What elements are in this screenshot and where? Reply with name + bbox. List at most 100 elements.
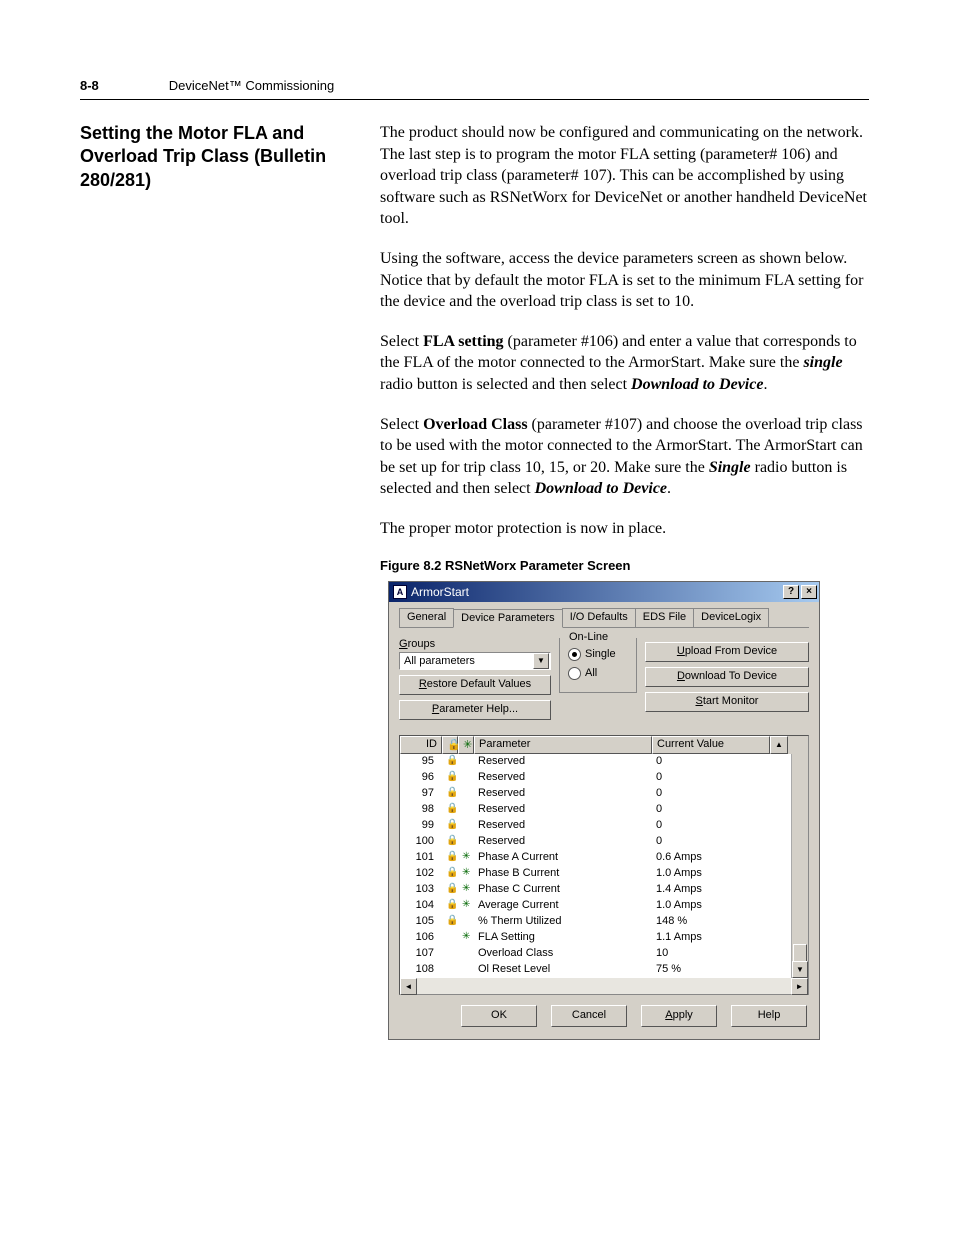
cell-param: % Therm Utilized (474, 914, 652, 930)
monitor-button[interactable]: Start Monitor (645, 692, 809, 712)
cell-id: 97 (400, 786, 442, 802)
monitor-icon (458, 834, 474, 850)
cell-param: Phase B Current (474, 866, 652, 882)
scroll-up-icon[interactable]: ▲ (770, 736, 788, 754)
chapter-title: DeviceNet™ Commissioning (169, 78, 334, 93)
help-button[interactable]: Help (731, 1005, 807, 1027)
cell-value: 0 (652, 770, 770, 786)
cell-value: 0 (652, 754, 770, 770)
scroll-left-icon[interactable]: ◄ (400, 978, 417, 995)
cell-param: Reserved (474, 818, 652, 834)
cell-param: Reserved (474, 754, 652, 770)
cell-value: 148 % (652, 914, 770, 930)
v-scrollbar[interactable]: ▼ (791, 754, 808, 978)
cell-id: 108 (400, 962, 442, 978)
monitor-icon: ✳ (458, 930, 474, 946)
lock-icon: 🔒 (442, 786, 458, 802)
cell-param: Average Current (474, 898, 652, 914)
window-title: ArmorStart (411, 585, 781, 599)
cell-param: Reserved (474, 770, 652, 786)
online-groupbox: Single All (559, 638, 637, 693)
cell-param: Ol Reset Level (474, 962, 652, 978)
help-icon[interactable]: ? (783, 585, 799, 599)
radio-single[interactable]: Single (568, 648, 628, 661)
table-row[interactable]: 108Ol Reset Level75 % (400, 962, 808, 978)
cell-param: Phase A Current (474, 850, 652, 866)
table-row[interactable]: 99🔒Reserved0 (400, 818, 808, 834)
table-row[interactable]: 97🔒 Reserved0 (400, 786, 808, 802)
cell-id: 99 (400, 818, 442, 834)
table-row[interactable]: 107Overload Class10 (400, 946, 808, 962)
col-id[interactable]: ID (400, 736, 442, 754)
apply-button[interactable]: Apply (641, 1005, 717, 1027)
paragraph: Select FLA setting (parameter #106) and … (380, 331, 869, 396)
restore-defaults-button[interactable]: Restore Default Values (399, 675, 551, 695)
monitor-icon: ✳ (458, 850, 474, 866)
app-icon: A (393, 585, 407, 599)
table-row[interactable]: 101🔒✳Phase A Current0.6 Amps (400, 850, 808, 866)
col-value[interactable]: Current Value (652, 736, 770, 754)
col-param[interactable]: Parameter (474, 736, 652, 754)
scroll-thumb[interactable] (793, 944, 807, 962)
col-flag2[interactable]: ✳ (458, 736, 474, 754)
cell-id: 101 (400, 850, 442, 866)
cell-param: FLA Setting (474, 930, 652, 946)
table-row[interactable]: 106✳FLA Setting1.1 Amps (400, 930, 808, 946)
cell-id: 106 (400, 930, 442, 946)
scroll-right-icon[interactable]: ► (791, 978, 808, 995)
groups-combo[interactable]: All parameters ▼ (399, 652, 551, 670)
chevron-down-icon[interactable]: ▼ (533, 653, 549, 669)
tab-eds-file[interactable]: EDS File (635, 608, 694, 627)
table-row[interactable]: 95🔒Reserved0 (400, 754, 808, 770)
table-row[interactable]: 98🔒Reserved0 (400, 802, 808, 818)
monitor-icon (458, 786, 474, 802)
radio-all[interactable]: All (568, 667, 628, 680)
cell-value: 0 (652, 818, 770, 834)
section-heading: Setting the Motor FLA and Overload Trip … (80, 122, 360, 192)
lock-icon (442, 962, 458, 978)
cell-param: Reserved (474, 802, 652, 818)
lock-icon: 🔒 (442, 898, 458, 914)
tab-strip: General Device Parameters I/O Defaults E… (399, 608, 809, 628)
groups-label: Groups (399, 638, 551, 650)
table-row[interactable]: 96🔒Reserved0 (400, 770, 808, 786)
cell-value: 1.0 Amps (652, 898, 770, 914)
download-button[interactable]: Download To Device (645, 667, 809, 687)
cell-value: 0.6 Amps (652, 850, 770, 866)
monitor-icon (458, 754, 474, 770)
table-row[interactable]: 105🔒% Therm Utilized148 % (400, 914, 808, 930)
tab-general[interactable]: General (399, 608, 454, 627)
lock-icon: 🔒 (442, 802, 458, 818)
col-flag1[interactable]: 🔒 (442, 736, 458, 754)
cell-param: Reserved (474, 834, 652, 850)
cell-param: Overload Class (474, 946, 652, 962)
tab-io-defaults[interactable]: I/O Defaults (562, 608, 636, 627)
h-scrollbar[interactable]: ◄ ► (400, 978, 808, 994)
cancel-button[interactable]: Cancel (551, 1005, 627, 1027)
table-row[interactable]: 100🔒Reserved0 (400, 834, 808, 850)
cell-param: Reserved (474, 786, 652, 802)
lock-icon: 🔒 (442, 882, 458, 898)
radio-icon (568, 648, 581, 661)
running-header: 8-8 DeviceNet™ Commissioning (80, 78, 869, 100)
table-row[interactable]: 102🔒✳Phase B Current1.0 Amps (400, 866, 808, 882)
table-header: ID 🔒 ✳ Parameter Current Value ▲ (400, 736, 808, 754)
cell-param: Phase C Current (474, 882, 652, 898)
parameter-help-button[interactable]: Parameter Help... (399, 700, 551, 720)
cell-id: 107 (400, 946, 442, 962)
lock-icon: 🔒 (442, 914, 458, 930)
tab-device-params[interactable]: Device Parameters (453, 609, 563, 628)
titlebar: A ArmorStart ? × (389, 582, 819, 602)
tab-devicelogix[interactable]: DeviceLogix (693, 608, 769, 627)
lock-icon: 🔒 (442, 866, 458, 882)
monitor-icon: ✳ (458, 882, 474, 898)
ok-button[interactable]: OK (461, 1005, 537, 1027)
upload-button[interactable]: Upload From Device (645, 642, 809, 662)
scroll-down-icon[interactable]: ▼ (792, 961, 808, 978)
table-row[interactable]: 104🔒✳Average Current1.0 Amps (400, 898, 808, 914)
cell-id: 104 (400, 898, 442, 914)
paragraph: The proper motor protection is now in pl… (380, 518, 869, 540)
cell-value: 0 (652, 786, 770, 802)
table-row[interactable]: 103🔒✳Phase C Current1.4 Amps (400, 882, 808, 898)
close-icon[interactable]: × (801, 585, 817, 599)
